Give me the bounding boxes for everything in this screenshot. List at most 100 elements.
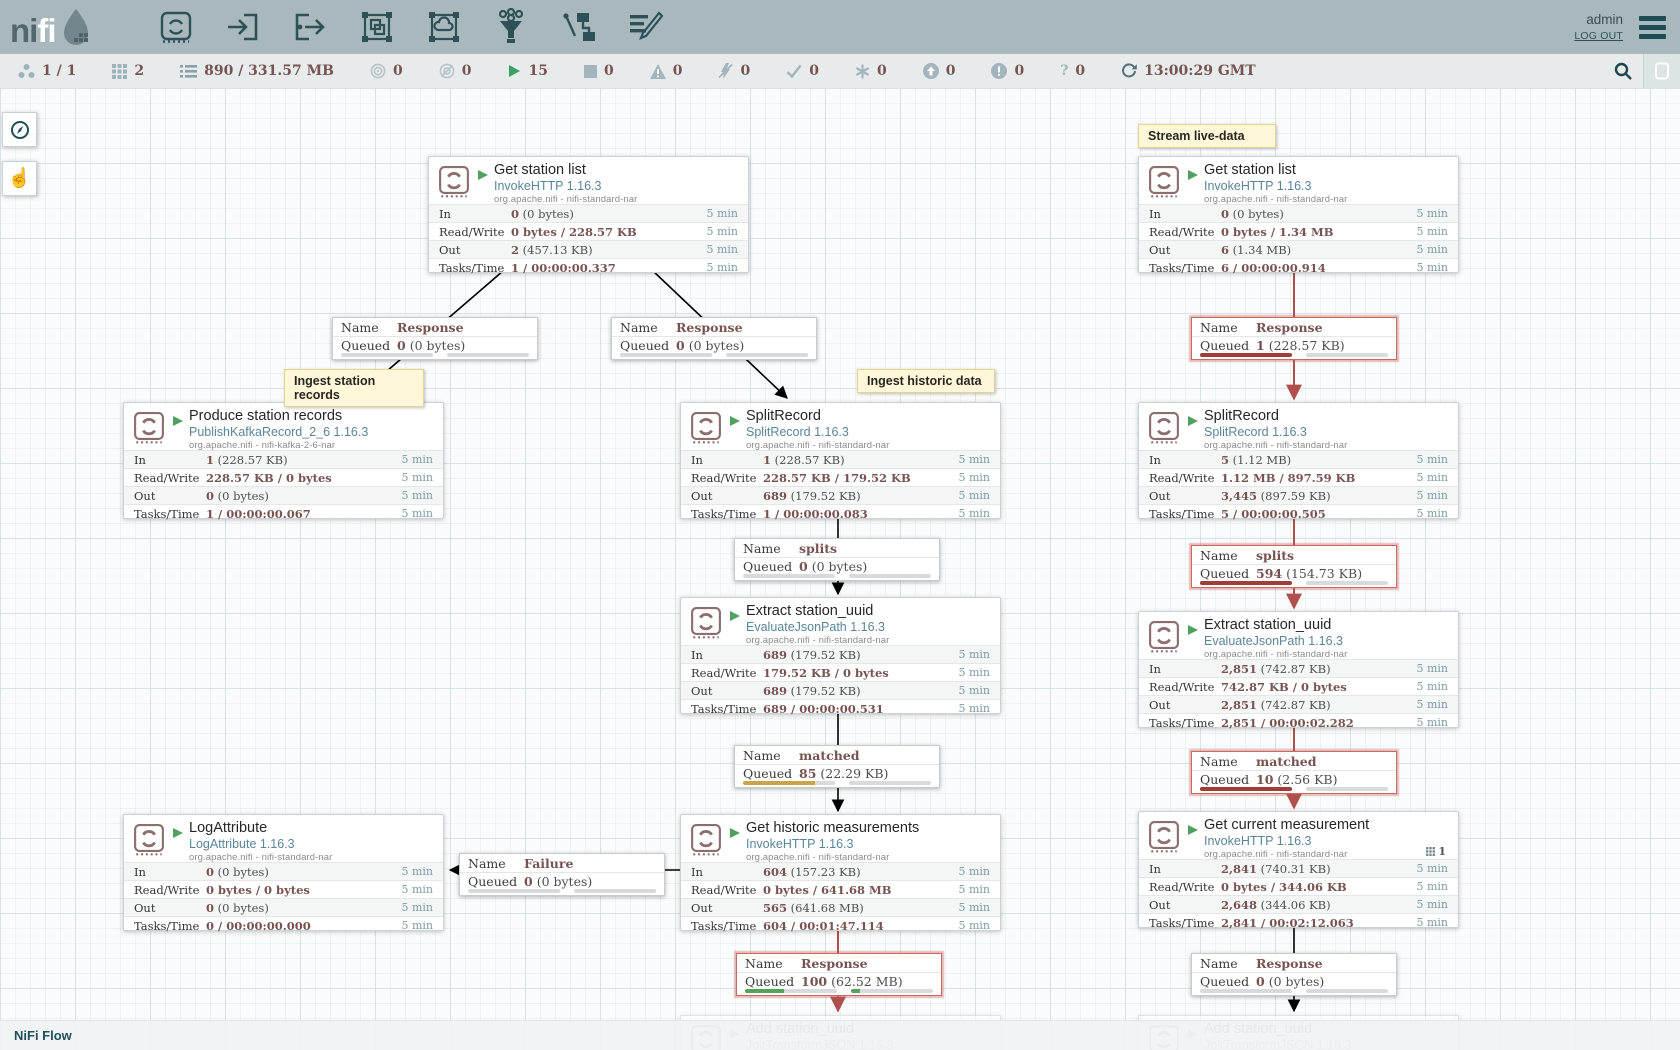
cluster-icon <box>18 63 35 79</box>
connection-splits-backpressure[interactable]: Namesplits Queued594 (154.73 KB) <box>1191 545 1397 588</box>
status-refresh[interactable]: 13:00:29 GMT <box>1121 63 1256 79</box>
stopped-icon <box>584 65 597 78</box>
nifi-logo: nifi <box>10 7 94 47</box>
connection-response[interactable]: NameResponse Queued0 (0 bytes) <box>332 317 538 360</box>
canvas-label[interactable]: Stream live-data <box>1138 124 1276 148</box>
connection-splits[interactable]: Namesplits Queued0 (0 bytes) <box>734 538 940 581</box>
connection-failure[interactable]: NameFailure Queued0 (0 bytes) <box>459 853 665 896</box>
connection-response[interactable]: NameResponse Queued0 (0 bytes) <box>611 317 817 360</box>
processor-extract-station-uuid[interactable]: Extract station_uuid EvaluateJsonPath 1.… <box>680 597 1001 714</box>
status-history-panel-button[interactable] <box>1643 54 1680 88</box>
processor-bundle: org.apache.nifi - nifi-standard-nar <box>746 635 889 646</box>
connection-matched[interactable]: Namematched Queued85 (22.29 KB) <box>734 745 940 788</box>
processor-get-current-measurement[interactable]: Get current measurement InvokeHTTP 1.16.… <box>1138 811 1459 928</box>
stat-row-in: In0 (0 bytes)5 min <box>1139 204 1458 222</box>
stat-row-tasks: Tasks/Time2,851 / 00:00:02.2825 min <box>1139 713 1458 731</box>
processor-icon <box>1147 619 1181 658</box>
processor-icon <box>132 822 166 861</box>
stale-up-arrow-icon <box>923 63 939 79</box>
output-port-component-button[interactable] <box>290 7 330 47</box>
label-component-button[interactable] <box>625 7 665 47</box>
flow-canvas[interactable]: ☝ Stream live-data Ingest station record… <box>0 88 1680 1050</box>
run-status-icon <box>477 168 489 186</box>
label-text: Stream live-data <box>1148 129 1245 143</box>
run-status-icon <box>1187 623 1199 641</box>
search-button[interactable] <box>1603 54 1643 88</box>
stat-row-out: Out0 (0 bytes)5 min <box>124 486 443 504</box>
navigate-palette-button[interactable] <box>2 112 37 147</box>
canvas-label[interactable]: Ingest station records <box>284 369 424 407</box>
stat-row-readwrite: Read/Write0 bytes / 641.68 MB5 min <box>681 880 1000 898</box>
threads-grid-icon <box>1426 847 1435 856</box>
connection-response-backpressure[interactable]: NameResponse Queued100 (62.52 MB) <box>736 953 942 996</box>
processor-get-station-list[interactable]: Get station list InvokeHTTP 1.16.3 org.a… <box>428 156 749 273</box>
status-queued: 890 / 331.57 MB <box>180 63 334 79</box>
logout-link[interactable]: LOG OUT <box>1574 29 1623 44</box>
label-text: Ingest historic data <box>867 374 982 388</box>
stat-row-in: In1 (228.57 KB)5 min <box>124 450 443 468</box>
processor-get-historic-measurements[interactable]: Get historic measurements InvokeHTTP 1.1… <box>680 814 1001 931</box>
remote-process-group-component-button[interactable] <box>424 7 464 47</box>
canvas-label[interactable]: Ingest historic data <box>857 369 995 393</box>
status-up-to-date: 0 <box>786 63 819 79</box>
breadcrumb[interactable]: NiFi Flow <box>14 1028 72 1043</box>
refresh-icon[interactable] <box>1121 63 1137 79</box>
run-status-icon <box>172 414 184 432</box>
processor-type: EvaluateJsonPath 1.16.3 <box>1204 634 1347 649</box>
processor-component-button[interactable] <box>156 7 196 47</box>
processor-type: EvaluateJsonPath 1.16.3 <box>746 620 889 635</box>
processor-get-station-list-live[interactable]: Get station list InvokeHTTP 1.16.3 org.a… <box>1138 156 1459 273</box>
connection-matched-backpressure[interactable]: Namematched Queued10 (2.56 KB) <box>1191 751 1397 794</box>
stat-row-out: Out3,445 (897.59 KB)5 min <box>1139 486 1458 504</box>
search-icon <box>1614 62 1632 80</box>
connection-response[interactable]: NameResponse Queued0 (0 bytes) <box>1191 953 1397 996</box>
stat-row-readwrite: Read/Write0 bytes / 0 bytes5 min <box>124 880 443 898</box>
nifi-app: nifi <box>0 0 1680 1050</box>
processor-bundle: org.apache.nifi - nifi-standard-nar <box>1204 649 1347 660</box>
stat-row-out: Out2 (457.13 KB)5 min <box>429 240 748 258</box>
run-status-icon <box>729 609 741 627</box>
processor-produce-station-records[interactable]: Produce station records PublishKafkaReco… <box>123 402 444 519</box>
stat-row-in: In604 (157.23 KB)5 min <box>681 862 1000 880</box>
processor-name: SplitRecord <box>746 408 889 425</box>
processor-icon <box>1147 819 1181 858</box>
header-toolbar: nifi <box>0 0 1680 54</box>
stat-row-readwrite: Read/Write228.57 KB / 179.52 KB5 min <box>681 468 1000 486</box>
processor-logattribute[interactable]: LogAttribute LogAttribute 1.16.3 org.apa… <box>123 814 444 931</box>
stat-row-out: Out689 (179.52 KB)5 min <box>681 681 1000 699</box>
processor-name: Get historic measurements <box>746 820 919 837</box>
stat-row-tasks: Tasks/Time0 / 00:00:00.0005 min <box>124 916 443 934</box>
processor-bundle: org.apache.nifi - nifi-kafka-2-6-nar <box>189 440 368 451</box>
processor-bundle: org.apache.nifi - nifi-standard-nar <box>1204 440 1347 451</box>
transmitting-icon <box>370 63 386 79</box>
run-status-icon <box>729 826 741 844</box>
processor-name: Get station list <box>1204 162 1347 179</box>
processor-bundle: org.apache.nifi - nifi-standard-nar <box>189 852 332 863</box>
processor-icon <box>689 410 723 449</box>
logo-text-ni: ni <box>10 14 37 47</box>
connection-response-backpressure[interactable]: NameResponse Queued1 (228.57 KB) <box>1191 317 1397 360</box>
processor-name: SplitRecord <box>1204 408 1347 425</box>
nifi-drop-icon <box>58 7 94 47</box>
current-user-label: admin <box>1586 10 1623 30</box>
operate-palette-button[interactable]: ☝ <box>2 161 37 196</box>
processor-splitrecord[interactable]: SplitRecord SplitRecord 1.16.3 org.apach… <box>680 402 1001 519</box>
processor-extract-station-uuid-live[interactable]: Extract station_uuid EvaluateJsonPath 1.… <box>1138 611 1459 728</box>
status-invalid: 0 <box>650 63 683 79</box>
template-component-button[interactable] <box>558 7 598 47</box>
queued-list-icon <box>180 64 197 79</box>
processor-type: LogAttribute 1.16.3 <box>189 837 332 852</box>
input-port-component-button[interactable] <box>223 7 263 47</box>
funnel-component-button[interactable] <box>491 7 531 47</box>
process-group-component-button[interactable] <box>357 7 397 47</box>
stat-row-readwrite: Read/Write742.87 KB / 0 bytes5 min <box>1139 677 1458 695</box>
stat-row-tasks: Tasks/Time689 / 00:00:00.5315 min <box>681 699 1000 717</box>
processor-icon <box>1147 410 1181 449</box>
processor-type: InvokeHTTP 1.16.3 <box>1204 834 1369 849</box>
global-menu-icon[interactable] <box>1639 16 1666 39</box>
processor-name: Produce station records <box>189 408 368 425</box>
stat-row-in: In0 (0 bytes)5 min <box>124 862 443 880</box>
processor-splitrecord-live[interactable]: SplitRecord SplitRecord 1.16.3 org.apach… <box>1138 402 1459 519</box>
stat-row-tasks: Tasks/Time2,841 / 00:02:12.0635 min <box>1139 913 1458 931</box>
processor-icon <box>689 605 723 644</box>
